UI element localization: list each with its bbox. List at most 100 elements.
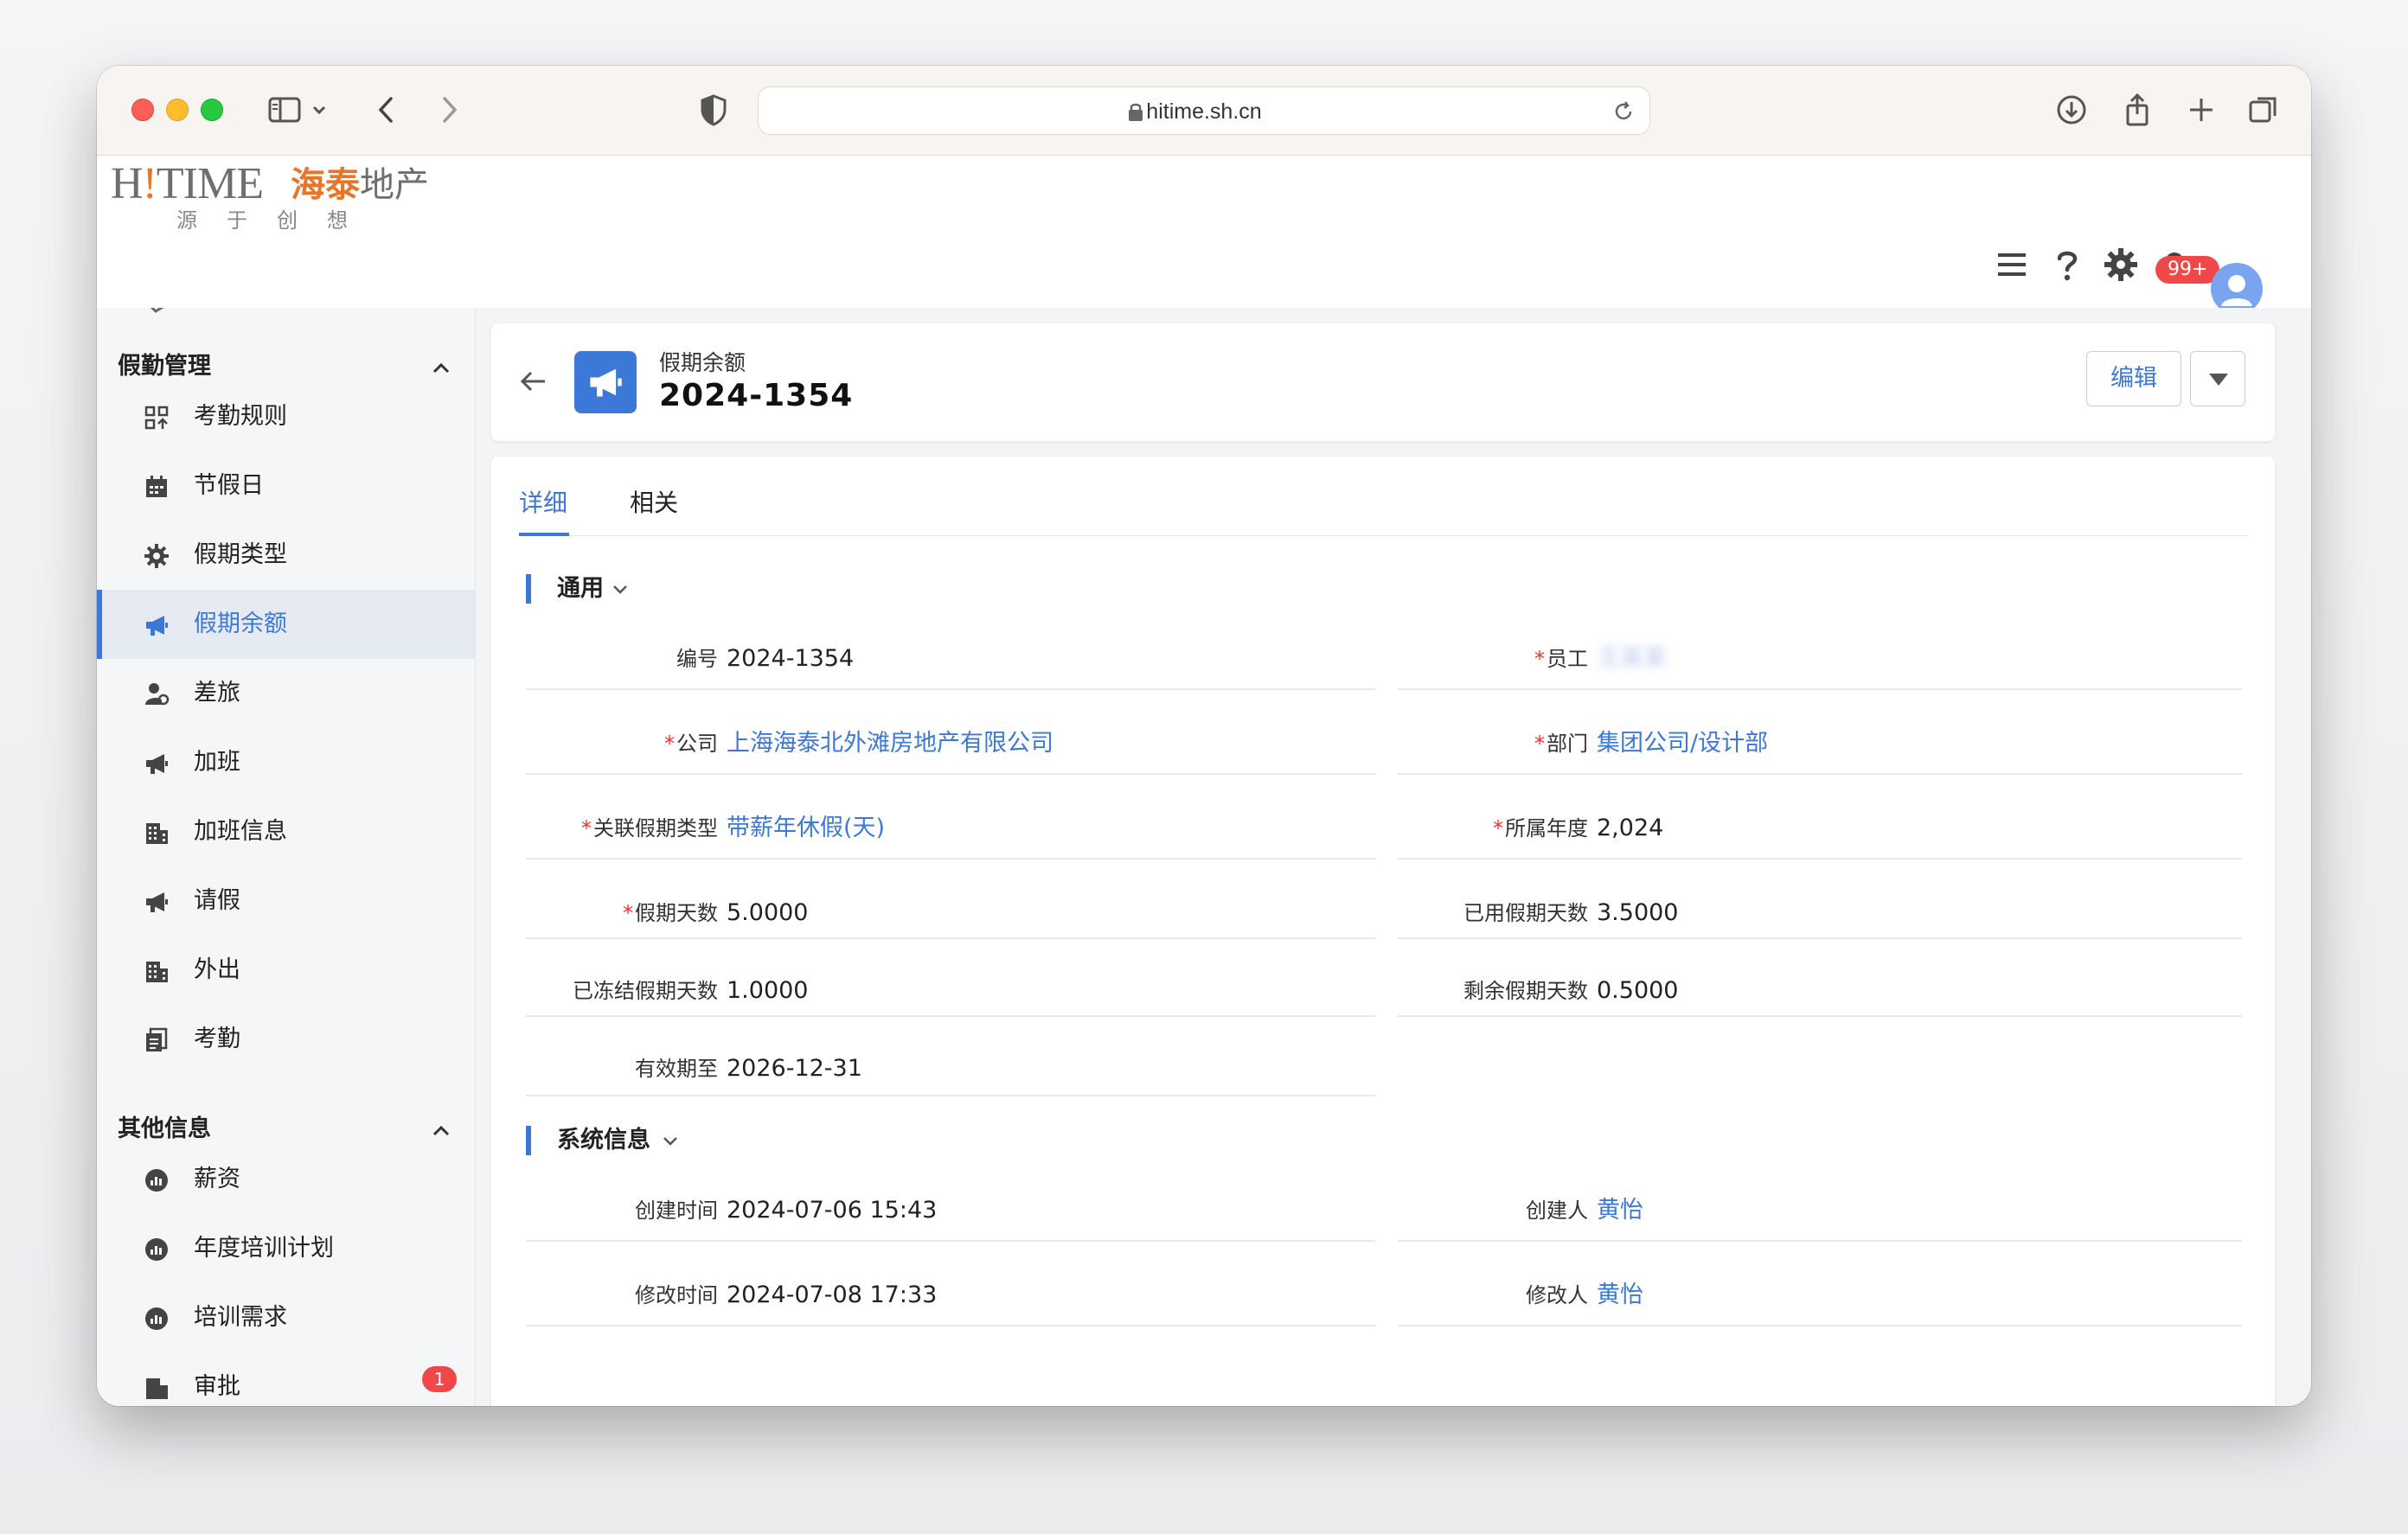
sidebar-item-salary[interactable]: 薪资 [97, 1145, 475, 1214]
field-divider [526, 937, 1375, 939]
sidebar-item-label: 请假 [194, 887, 240, 914]
sidebar-group-attendance[interactable]: 假勤管理 [118, 349, 211, 384]
settings-gear-icon[interactable] [2102, 246, 2140, 284]
field-value-valid-until: 2026-12-31 [727, 1055, 862, 1082]
field-divider [1398, 688, 2242, 690]
field-value-leave-days: 5.0000 [727, 899, 809, 926]
sidebar-item-leave-request[interactable]: 请假 [97, 866, 475, 936]
gauge-icon [145, 1307, 168, 1330]
field-value-number: 2024-1354 [727, 645, 855, 672]
sidebar-item-overtime-info[interactable]: 加班信息 [97, 797, 475, 866]
sidebar-item-approval[interactable]: 审批 1 [97, 1352, 475, 1406]
field-label-created-time: 创建时间 [635, 1198, 718, 1223]
sidebar-item-holidays[interactable]: 节假日 [97, 451, 475, 521]
sidebar-item-outing[interactable]: 外出 [97, 936, 475, 1005]
sidebar-item-label: 节假日 [194, 472, 264, 499]
section-marker [526, 574, 531, 604]
field-value-modified-time: 2024-07-08 17:33 [727, 1282, 938, 1308]
zoom-window-button[interactable] [201, 99, 223, 121]
share-icon[interactable] [2119, 92, 2155, 128]
field-label-valid-until: 有效期至 [635, 1057, 718, 1081]
section-title-general[interactable]: 通用 [557, 573, 604, 604]
field-label-frozen-days: 已冻结假期天数 [573, 979, 718, 1003]
section-marker [526, 1126, 531, 1155]
field-value-creator[interactable]: 黄怡 [1597, 1195, 1643, 1226]
more-actions-button[interactable] [2190, 351, 2245, 406]
building-icon [146, 1378, 168, 1399]
sidebar-item-business-trip[interactable]: 差旅 [97, 659, 475, 728]
section-title-system[interactable]: 系统信息 [557, 1125, 650, 1156]
tab-overview-icon[interactable] [2245, 92, 2282, 128]
edit-button[interactable]: 编辑 [2086, 351, 2181, 406]
gear-icon [144, 544, 169, 568]
document-icon [146, 1027, 168, 1051]
sidebar-item-label: 考勤规则 [194, 403, 287, 430]
field-label-department: *部门 [1534, 732, 1588, 756]
help-icon[interactable] [2048, 246, 2086, 284]
logo-tagline: 源于创想 [176, 208, 377, 233]
sidebar-item-annual-training-plan[interactable]: 年度培训计划 [97, 1214, 475, 1283]
company-logo[interactable]: H!TIME 海泰地产 源于创想 [111, 159, 457, 235]
sidebar-toggle-icon[interactable] [266, 92, 303, 128]
menu-icon[interactable] [1993, 246, 2031, 284]
shield-icon[interactable] [695, 92, 732, 128]
field-label-year: *所属年度 [1493, 816, 1588, 841]
address-url: hitime.sh.cn [1146, 99, 1262, 124]
back-nav-icon[interactable] [368, 92, 405, 128]
chevron-up-icon[interactable] [429, 1119, 453, 1143]
field-value-employee[interactable]: 王某某 [1597, 643, 1667, 674]
close-window-button[interactable] [131, 99, 154, 121]
gauge-icon [145, 1169, 168, 1192]
sidebar-item-label: 培训需求 [194, 1304, 287, 1331]
chevron-down-icon[interactable] [661, 1135, 680, 1148]
tab-related[interactable]: 相关 [630, 486, 678, 521]
sidebar-item-overtime[interactable]: 加班 [97, 728, 475, 797]
download-icon[interactable] [2053, 92, 2090, 128]
browser-window: hitime.sh.cn H!TIME 海泰地产 源于创想 99+ 假勤管理 考… [97, 66, 2311, 1406]
sidebar-item-training-needs[interactable]: 培训需求 [97, 1283, 475, 1352]
rules-icon [144, 406, 169, 430]
field-value-modifier[interactable]: 黄怡 [1597, 1280, 1643, 1311]
reload-icon[interactable] [1611, 99, 1636, 124]
chevron-down-icon[interactable] [611, 583, 630, 597]
field-value-frozen-days: 1.0000 [727, 977, 809, 1004]
tab-details[interactable]: 详细 [519, 486, 567, 521]
field-divider [1398, 858, 2242, 860]
partial-icon [150, 308, 164, 313]
sidebar-item-attendance-rules[interactable]: 考勤规则 [97, 382, 475, 451]
field-value-used-days: 3.5000 [1597, 899, 1679, 926]
sidebar-item-label: 加班 [194, 749, 240, 776]
new-tab-icon[interactable] [2183, 92, 2219, 128]
sidebar-item-leave-balance[interactable]: 假期余额 [97, 590, 475, 659]
chevron-up-icon[interactable] [429, 356, 453, 380]
address-bar[interactable]: hitime.sh.cn [758, 86, 1650, 135]
minimize-window-button[interactable] [166, 99, 189, 121]
field-value-remaining-days: 0.5000 [1597, 977, 1679, 1004]
caret-down-icon [2209, 374, 2228, 386]
field-divider [526, 688, 1375, 690]
sidebar-item-label: 年度培训计划 [194, 1235, 334, 1262]
megaphone-icon [146, 616, 168, 636]
sidebar-item-attendance[interactable]: 考勤 [97, 1005, 475, 1074]
notification-badge: 99+ [2155, 256, 2220, 284]
field-divider [1398, 1240, 2242, 1242]
field-label-used-days: 已用假期天数 [1463, 901, 1588, 925]
field-divider [526, 858, 1375, 860]
sidebar-item-leave-types[interactable]: 假期类型 [97, 521, 475, 590]
field-value-company[interactable]: 上海海泰北外滩房地产有限公司 [727, 728, 1054, 759]
user-avatar[interactable] [2211, 263, 2263, 315]
sidebar-group-other[interactable]: 其他信息 [118, 1112, 211, 1147]
field-value-year: 2,024 [1597, 815, 1664, 841]
forward-nav-icon[interactable] [431, 92, 467, 128]
megaphone-icon [146, 754, 168, 774]
field-label-remaining-days: 剩余假期天数 [1463, 979, 1588, 1003]
chevron-down-icon[interactable] [308, 92, 330, 128]
record-megaphone-icon [574, 351, 637, 413]
field-value-leave-type[interactable]: 带薪年休假(天) [727, 813, 885, 844]
building-icon [146, 962, 168, 982]
active-tab-indicator [519, 533, 569, 536]
field-label-company: *公司 [664, 732, 718, 756]
field-label-leave-days: *假期天数 [623, 901, 718, 925]
back-arrow-icon[interactable] [517, 365, 550, 398]
field-value-department[interactable]: 集团公司/设计部 [1597, 728, 1768, 759]
